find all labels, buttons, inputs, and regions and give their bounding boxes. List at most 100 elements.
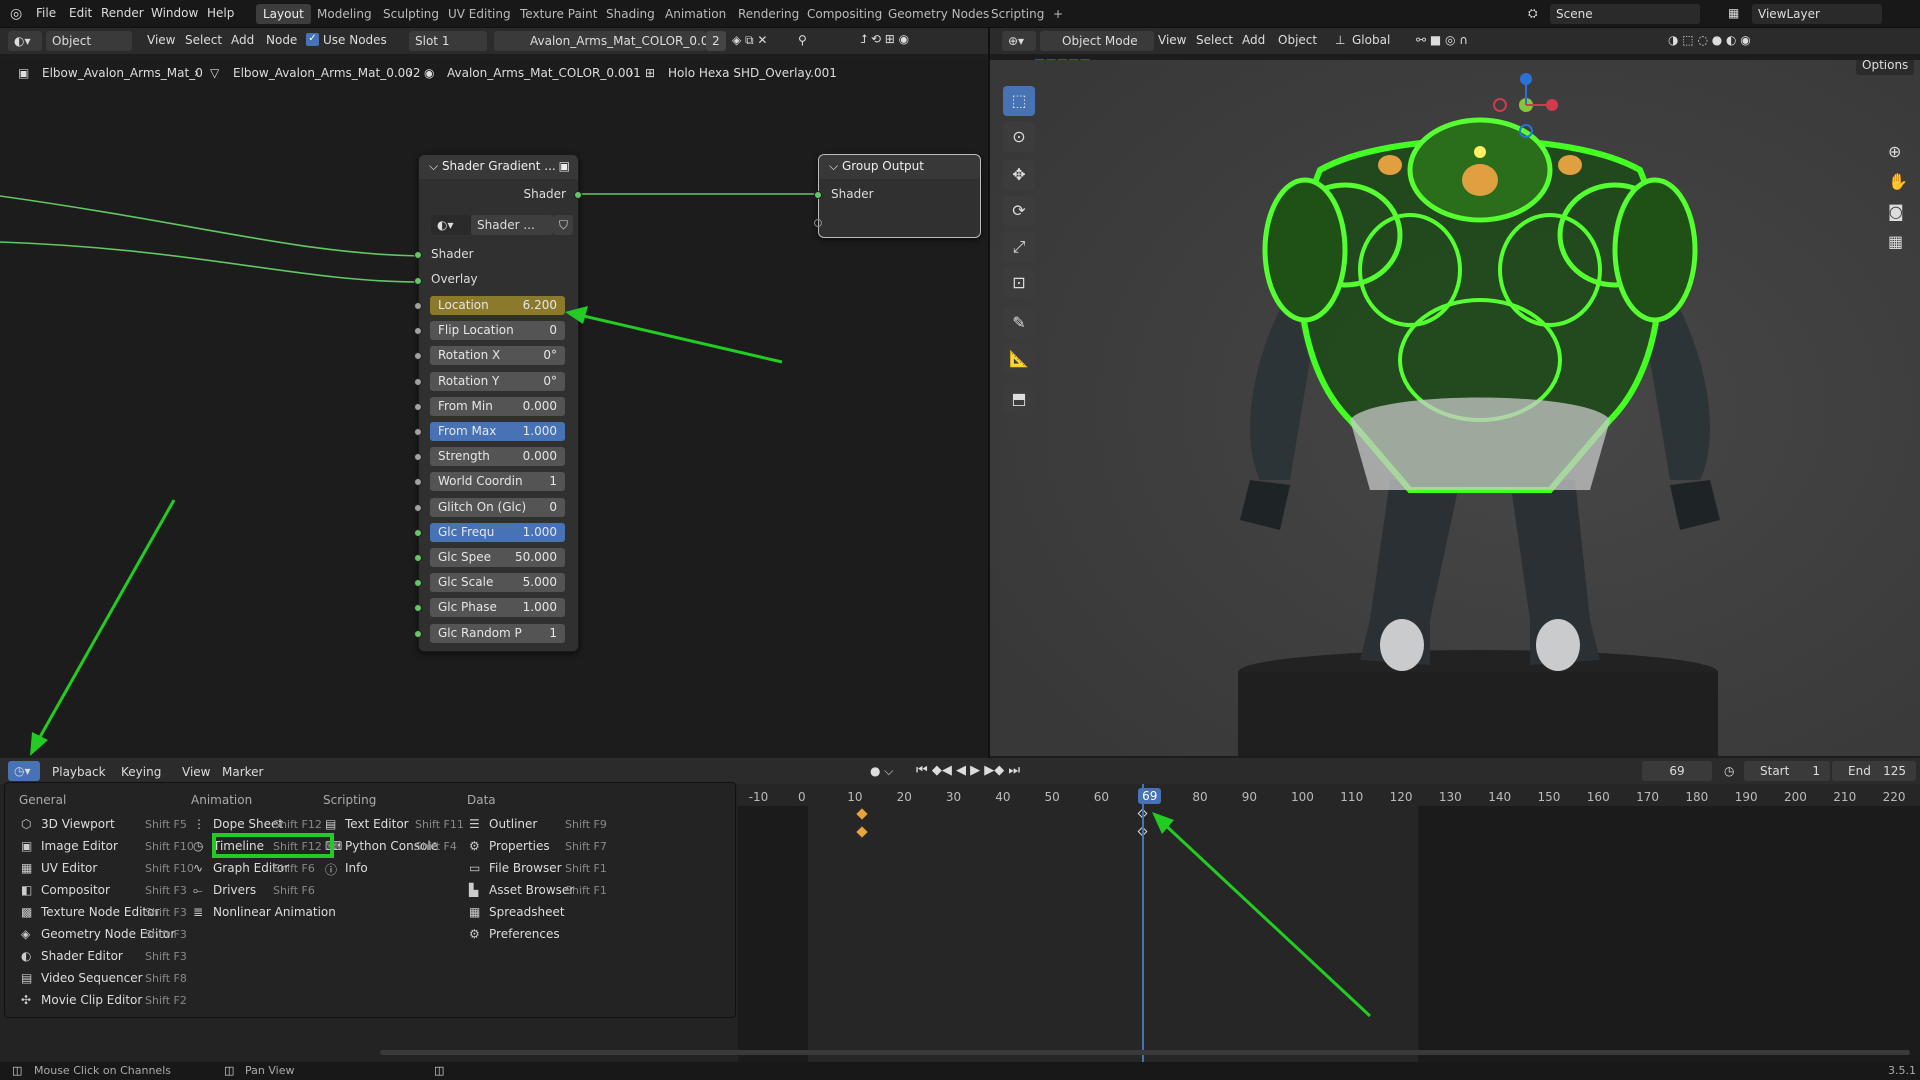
menu-window[interactable]: Window [151,6,198,20]
orientation-icon[interactable]: ⊥ [1335,33,1345,47]
menu-item-info[interactable]: Info [345,861,368,875]
measure-tool-icon[interactable]: 📐 [1003,344,1035,374]
object-type-dropdown[interactable]: Object [46,31,132,51]
menu-view[interactable]: View [147,33,175,47]
tab-animation[interactable]: Animation [658,4,733,24]
pan-hand-icon[interactable]: ✋ [1888,172,1908,191]
menu-item-nonlinear-animation[interactable]: Nonlinear Animation [213,905,336,919]
fake-user-icon[interactable]: ◈ ⧉ ✕ [732,33,767,48]
breadcrumb-item[interactable]: Avalon_Arms_Mat_COLOR_0.001 [447,66,641,80]
rotate-tool-icon[interactable]: ⟳ [1003,196,1035,226]
viewlayer-icon[interactable]: ▦ [1728,6,1739,20]
tab-compositing[interactable]: Compositing [800,4,889,24]
menu-item-preferences[interactable]: Preferences [489,927,560,941]
shading-icons[interactable]: ◑ ⬚ ◌ ● ◐ ◉ [1668,33,1751,47]
menu-column-title: Scripting [323,793,377,807]
menu-item-text-editor[interactable]: Text Editor [345,817,409,831]
tab-modeling[interactable]: Modeling [310,4,379,24]
current-frame-field[interactable]: 69 [1642,761,1712,781]
tab-uv-editing[interactable]: UV Editing [441,4,518,24]
menu-item-spreadsheet[interactable]: Spreadsheet [489,905,565,919]
cursor-tool-icon[interactable]: ⊙ [1003,122,1035,152]
horizontal-scrollbar[interactable] [380,1050,1910,1055]
menu-item-compositor[interactable]: Compositor [41,883,110,897]
menu-file[interactable]: File [36,6,56,20]
menu-playback[interactable]: Playback [52,765,106,779]
menu-render[interactable]: Render [101,6,144,20]
tab-layout[interactable]: Layout [256,4,311,24]
node-editor-canvas[interactable]: ⌵ Shader Gradient ... ▣ Shader ◐▾ Shader… [0,84,988,756]
add-workspace-button[interactable]: + [1046,4,1070,24]
blender-logo-icon[interactable]: ◎ [10,6,22,22]
add-cube-tool-icon[interactable]: ⬒ [1003,384,1035,414]
viewlayer-field[interactable]: ViewLayer [1752,4,1882,24]
menu-keying[interactable]: Keying [121,765,161,779]
editor-type-icon[interactable]: ◐▾ [8,31,42,51]
slot-dropdown[interactable]: Slot 1 [409,31,487,51]
menu-select[interactable]: Select [185,33,222,47]
annotate-tool-icon[interactable]: ✎ [1003,308,1035,338]
move-tool-icon[interactable]: ✥ [1003,160,1035,190]
scene-field[interactable]: Scene [1550,4,1700,24]
3d-viewport[interactable]: Options ⊕ ✋ ◙ ▦ [990,60,1920,756]
menu-item-movie-clip-editor[interactable]: Movie Clip Editor [41,993,142,1007]
camera-icon[interactable]: ◙ [1888,202,1904,221]
menu-item-shortcut: Shift F3 [145,906,187,919]
menu-item-properties[interactable]: Properties [489,839,550,853]
menu-view[interactable]: View [1158,33,1186,47]
transform-tool-icon[interactable]: ⊡ [1003,268,1035,298]
mode-dropdown[interactable]: Object Mode [1040,31,1154,51]
menu-item-file-browser[interactable]: File Browser [489,861,562,875]
menu-help[interactable]: Help [207,6,234,20]
menu-item-shader-editor[interactable]: Shader Editor [41,949,123,963]
menu-view[interactable]: View [182,765,210,779]
playback-controls-icon[interactable]: ⏮ ◆◀ ◀ ▶ ▶◆ ⏭ [916,763,1020,778]
zoom-icon[interactable]: ⊕ [1888,142,1901,161]
menu-object[interactable]: Object [1278,33,1317,47]
parent-node-tree-icon[interactable]: ⮥ ⟲ ⊞ ◉ [860,32,909,47]
menu-item-asset-browser[interactable]: Asset Browser [489,883,574,897]
menu-item-outliner[interactable]: Outliner [489,817,537,831]
menu-marker[interactable]: Marker [222,765,263,779]
menu-item-uv-editor[interactable]: UV Editor [41,861,97,875]
menu-edit[interactable]: Edit [69,6,92,20]
pin-icon[interactable]: ⚲ [798,33,807,47]
scale-tool-icon[interactable]: ⤢ [1003,232,1035,262]
breadcrumb-item[interactable]: Elbow_Avalon_Arms_Mat_0 [42,66,203,80]
menu-item-texture-node-editor[interactable]: Texture Node Editor [41,905,159,919]
record-icon[interactable]: ● ⌵ [870,764,893,779]
breadcrumb-item[interactable]: Elbow_Avalon_Arms_Mat_0.002 [233,66,421,80]
tab-geometry-nodes[interactable]: Geometry Nodes [881,4,996,24]
menu-item-3d-viewport[interactable]: 3D Viewport [41,817,115,831]
use-nodes-checkbox[interactable]: ✓ [306,33,319,46]
current-frame-marker[interactable]: 69 [1138,788,1162,804]
start-frame-field[interactable]: Start 1 [1744,761,1830,781]
menu-item-drivers[interactable]: Drivers [213,883,256,897]
material-selector[interactable]: Avalon_Arms_Mat_COLOR_0.001 [494,31,724,51]
breadcrumb-item[interactable]: Holo Hexa SHD_Overlay.001 [668,66,837,80]
tab-rendering[interactable]: Rendering [731,4,806,24]
scene-icon[interactable]: ⛭ [1528,6,1538,21]
frame-tick: 0 [798,790,806,804]
orientation-label[interactable]: Global [1352,33,1390,47]
tab-sculpting[interactable]: Sculpting [376,4,446,24]
menu-select[interactable]: Select [1196,33,1233,47]
menu-add[interactable]: Add [231,33,254,47]
menu-item-video-sequencer[interactable]: Video Sequencer [41,971,143,985]
menu-node[interactable]: Node [266,33,297,47]
end-frame-field[interactable]: End 125 [1832,761,1916,781]
tab-scripting[interactable]: Scripting [984,4,1051,24]
grid-icon[interactable]: ▦ [1888,232,1903,251]
options-dropdown[interactable]: Options [1856,60,1914,75]
texture-icon: ▩ [21,905,33,919]
tab-shading[interactable]: Shading [599,4,662,24]
editor-type-icon[interactable]: ◷▾ [8,761,40,781]
menu-item-image-editor[interactable]: Image Editor [41,839,118,853]
menu-add[interactable]: Add [1242,33,1265,47]
snap-icons[interactable]: ⚯ ■ ◎ ∩ [1416,33,1468,47]
select-box-tool-icon[interactable]: ⬚ [1003,86,1035,116]
user-count[interactable]: 2 [706,31,726,51]
tab-texture-paint[interactable]: Texture Paint [513,4,604,24]
clock-icon[interactable]: ◷ [1724,764,1734,778]
editor-type-icon[interactable]: ⊕▾ [1002,31,1036,51]
